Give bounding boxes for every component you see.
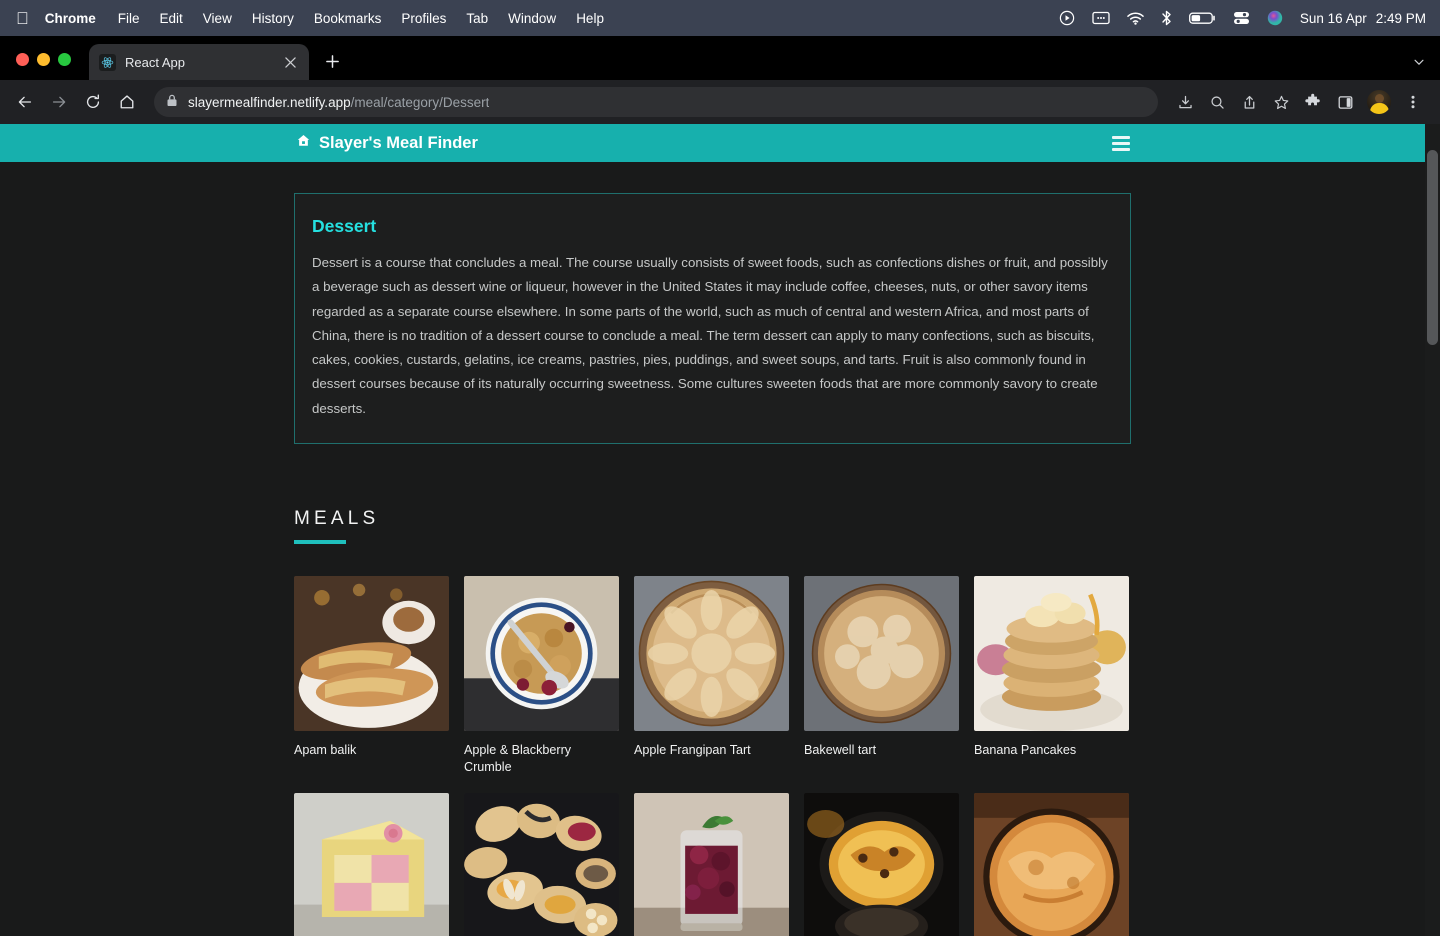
hamburger-menu-icon[interactable] [1112,135,1130,151]
wifi-icon[interactable] [1127,12,1144,25]
minimize-window-button[interactable] [37,53,50,66]
battery-icon[interactable] [1188,11,1216,25]
apple-frangipan-tart-photo[interactable] [634,576,789,732]
share-icon[interactable] [1234,87,1264,117]
apam-balik-photo[interactable] [294,576,449,732]
menu-item-chrome[interactable]: Chrome [45,11,96,26]
category-title: Dessert [312,216,377,236]
meal-card[interactable]: Apam balik [294,576,449,776]
browser-tab[interactable]: React App [89,44,309,80]
meal-card[interactable]: Banana Pancakes [974,576,1129,776]
zoom-search-icon[interactable] [1202,87,1232,117]
control-center-icon[interactable] [1233,11,1250,25]
menu-item-bookmarks[interactable]: Bookmarks [314,11,382,26]
menu-item-view[interactable]: View [203,11,232,26]
chevron-down-icon[interactable] [1412,55,1426,74]
home-icon[interactable] [112,87,142,117]
bookmark-star-icon[interactable] [1266,87,1296,117]
url-host: slayermealfinder.netlify.app [188,94,351,110]
toolbar-action-buttons [1170,87,1428,117]
url-path: /meal/category/Dessert [350,94,490,110]
address-bar-url: slayermealfinder.netlify.app/meal/catego… [188,95,489,110]
meals-section-header: MEALS [294,508,1440,545]
meal-title: Bakewell tart [804,743,877,758]
browser-tab-title: React App [125,54,185,70]
forward-arrow-icon[interactable] [44,87,74,117]
page-scrollbar-thumb[interactable] [1427,150,1438,345]
page-content: Dessert Dessert is a course that conclud… [0,193,1440,936]
menu-item-profiles[interactable]: Profiles [401,11,446,26]
close-window-button[interactable] [16,53,29,66]
app-navbar: Slayer's Meal Finder [0,124,1432,162]
meal-card[interactable]: Apple Frangipan Tart [634,576,789,776]
address-bar[interactable]: slayermealfinder.netlify.app/meal/catego… [154,87,1158,117]
beavertails-photo[interactable] [464,793,619,936]
menu-item-help[interactable]: Help [576,11,604,26]
category-description-card: Dessert Dessert is a course that conclud… [294,193,1131,445]
battenberg-cake-photo[interactable] [294,793,449,936]
meal-title: Apple Frangipan Tart [634,743,751,758]
app-brand[interactable]: Slayer's Meal Finder [296,133,478,153]
banana-pancakes-photo[interactable] [974,576,1129,732]
menu-item-edit[interactable]: Edit [160,11,183,26]
side-panel-icon[interactable] [1330,87,1360,117]
install-app-icon[interactable] [1170,87,1200,117]
menu-item-tab[interactable]: Tab [466,11,488,26]
reload-icon[interactable] [78,87,108,117]
meal-card[interactable]: Budino Di Ricotta [974,793,1129,936]
menu-item-file[interactable]: File [118,11,140,26]
react-logo-icon [99,53,116,71]
window-traffic-lights [16,53,71,80]
meal-card[interactable]: Bakewell tart [804,576,959,776]
maximize-window-button[interactable] [58,53,71,66]
three-dot-menu-icon[interactable] [1398,87,1428,117]
siri-icon[interactable] [1267,10,1283,26]
app-brand-text: Slayer's Meal Finder [319,133,478,152]
menu-bar-status-area: Sun 16 Apr 2:49 PM [1059,10,1426,26]
home-icon [296,133,311,153]
extensions-puzzle-icon[interactable] [1298,87,1328,117]
chrome-browser-window: React App slayermealfinder.netlify.app/m… [0,36,1440,936]
browser-toolbar: slayermealfinder.netlify.app/meal/catego… [0,80,1440,124]
budino-di-ricotta-photo[interactable] [974,793,1129,936]
back-arrow-icon[interactable] [10,87,40,117]
category-description: Dessert is a course that concludes a mea… [312,255,1108,416]
apple-logo-icon[interactable]:  [16,10,29,27]
page-scrollbar-track[interactable] [1425,124,1440,936]
screen-mirroring-icon[interactable] [1092,11,1110,25]
meal-card[interactable]: Blackberry Fool [634,793,789,936]
apple-blackberry-crumble-photo[interactable] [464,576,619,732]
bread-and-butter-pudding-photo[interactable] [804,793,959,936]
bakewell-tart-photo[interactable] [804,576,959,732]
meal-card[interactable]: BeaverTails [464,793,619,936]
menu-bar-time: 2:49 PM [1375,10,1426,26]
menu-item-window[interactable]: Window [508,11,556,26]
meal-title: Banana Pancakes [974,743,1077,758]
lock-icon [166,94,178,110]
meal-title: Apam balik [294,743,357,758]
meal-title: Apple & Blackberry Crumble [464,743,572,775]
close-icon[interactable] [281,53,299,71]
menu-bar-date: Sun 16 Apr [1299,10,1367,26]
bluetooth-icon[interactable] [1161,10,1172,26]
meal-card[interactable]: Apple & Blackberry Crumble [464,576,619,776]
profile-avatar[interactable] [1367,90,1391,114]
menu-bar-clock[interactable]: Sun 16 Apr 2:49 PM [1300,11,1426,26]
play-circle-icon[interactable] [1059,10,1075,26]
meals-grid: Apam balik Apple & Blackberry Crumble Ap… [294,576,1144,936]
browser-tab-strip: React App [0,36,1440,80]
new-tab-button[interactable] [317,46,347,76]
page-viewport: Slayer's Meal Finder Dessert Dessert is … [0,124,1440,936]
meals-heading-underline [294,540,346,545]
meal-card[interactable]: Bread and Butter Pudding [804,793,959,936]
macos-menu-bar:  Chrome File Edit View History Bookmark… [0,0,1440,36]
meals-heading: MEALS [294,508,380,530]
blackberry-fool-photo[interactable] [634,793,789,936]
meal-card[interactable]: Battenberg Cake [294,793,449,936]
menu-item-history[interactable]: History [252,11,294,26]
